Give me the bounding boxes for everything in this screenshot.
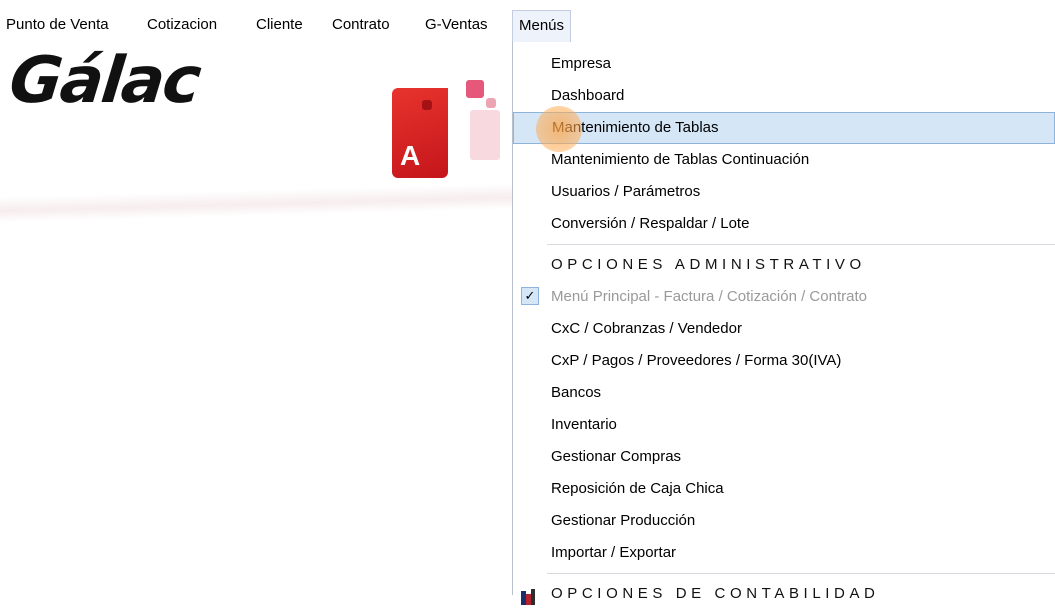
menu-item-gestionar-compras[interactable]: Gestionar Compras xyxy=(513,441,1055,473)
section-label: OPCIONES DE CONTABILIDAD xyxy=(551,585,880,602)
menu-item-label: Conversión / Respaldar / Lote xyxy=(551,215,750,232)
menu-label: Menús xyxy=(519,17,565,34)
logo-square-dark xyxy=(422,100,432,110)
menu-item-mantenimiento-tablas[interactable]: Mantenimiento de Tablas xyxy=(513,112,1055,144)
menu-item-conversion-respaldar-lote[interactable]: Conversión / Respaldar / Lote xyxy=(513,208,1055,240)
menu-item-label: Empresa xyxy=(551,55,612,72)
menu-item-mantenimiento-tablas-continuacion[interactable]: Mantenimiento de Tablas Continuación xyxy=(513,144,1055,176)
menu-punto-de-venta[interactable]: Punto de Venta xyxy=(0,10,115,40)
contabilidad-icon xyxy=(521,589,535,605)
menu-item-label: CxP / Pagos / Proveedores / Forma 30(IVA… xyxy=(551,352,842,369)
menu-item-bancos[interactable]: Bancos xyxy=(513,377,1055,409)
menu-item-importar-exportar[interactable]: Importar / Exportar xyxy=(513,537,1055,569)
app-tile-logo: A xyxy=(392,88,448,178)
tile-letter: A xyxy=(400,140,421,171)
menu-contrato[interactable]: Contrato xyxy=(326,10,396,40)
menu-label: Contrato xyxy=(332,16,390,33)
menu-item-label: Reposición de Caja Chica xyxy=(551,480,724,497)
menubar: Punto de Venta Cotizacion Cliente Contra… xyxy=(0,0,1055,44)
menu-item-label: Dashboard xyxy=(551,87,625,104)
menu-separator xyxy=(547,244,1055,245)
menu-cliente[interactable]: Cliente xyxy=(250,10,309,40)
menu-item-reposicion-caja-chica[interactable]: Reposición de Caja Chica xyxy=(513,473,1055,505)
menu-item-label: Mantenimiento de Tablas xyxy=(552,119,719,136)
menu-label: Cliente xyxy=(256,16,303,33)
logo-square-pink xyxy=(466,80,484,98)
menu-item-cxp-pagos[interactable]: CxP / Pagos / Proveedores / Forma 30(IVA… xyxy=(513,345,1055,377)
menu-item-label: Menú Principal - Factura / Cotización / … xyxy=(551,288,867,305)
menu-label: G-Ventas xyxy=(425,16,488,33)
galac-logo: Gálac xyxy=(6,44,203,118)
menu-item-label: Usuarios / Parámetros xyxy=(551,183,701,200)
menu-item-menu-principal[interactable]: ✓ Menú Principal - Factura / Cotización … xyxy=(513,281,1055,313)
logo-square-pink-small xyxy=(486,98,496,108)
menu-item-cxc-cobranzas[interactable]: CxC / Cobranzas / Vendedor xyxy=(513,313,1055,345)
menu-item-gestionar-produccion[interactable]: Gestionar Producción xyxy=(513,505,1055,537)
menus-dropdown: Empresa Dashboard Mantenimiento de Tabla… xyxy=(512,42,1055,605)
menu-item-label: Importar / Exportar xyxy=(551,544,677,561)
logo-square-light xyxy=(470,110,500,160)
menu-item-empresa[interactable]: Empresa xyxy=(513,48,1055,80)
menu-cotizacion[interactable]: Cotizacion xyxy=(141,10,223,40)
menu-label: Cotizacion xyxy=(147,16,218,33)
section-header-contabilidad: OPCIONES DE CONTABILIDAD xyxy=(513,578,1055,610)
menu-menus[interactable]: Menús xyxy=(512,10,572,42)
section-label: OPCIONES ADMINISTRATIVO xyxy=(551,256,866,273)
section-header-administrativo: OPCIONES ADMINISTRATIVO xyxy=(513,249,1055,281)
menu-item-label: Mantenimiento de Tablas Continuación xyxy=(551,151,810,168)
menu-g-ventas[interactable]: G-Ventas xyxy=(419,10,494,40)
menu-item-label: CxC / Cobranzas / Vendedor xyxy=(551,320,742,337)
menu-item-inventario[interactable]: Inventario xyxy=(513,409,1055,441)
menu-item-label: Gestionar Producción xyxy=(551,512,696,529)
menu-item-label: Inventario xyxy=(551,416,617,433)
menu-item-usuarios-parametros[interactable]: Usuarios / Parámetros xyxy=(513,176,1055,208)
menu-item-label: Bancos xyxy=(551,384,602,401)
menu-item-dashboard[interactable]: Dashboard xyxy=(513,80,1055,112)
menu-item-label: Gestionar Compras xyxy=(551,448,682,465)
menu-separator xyxy=(547,573,1055,574)
check-icon: ✓ xyxy=(521,287,539,305)
menu-label: Punto de Venta xyxy=(6,16,109,33)
